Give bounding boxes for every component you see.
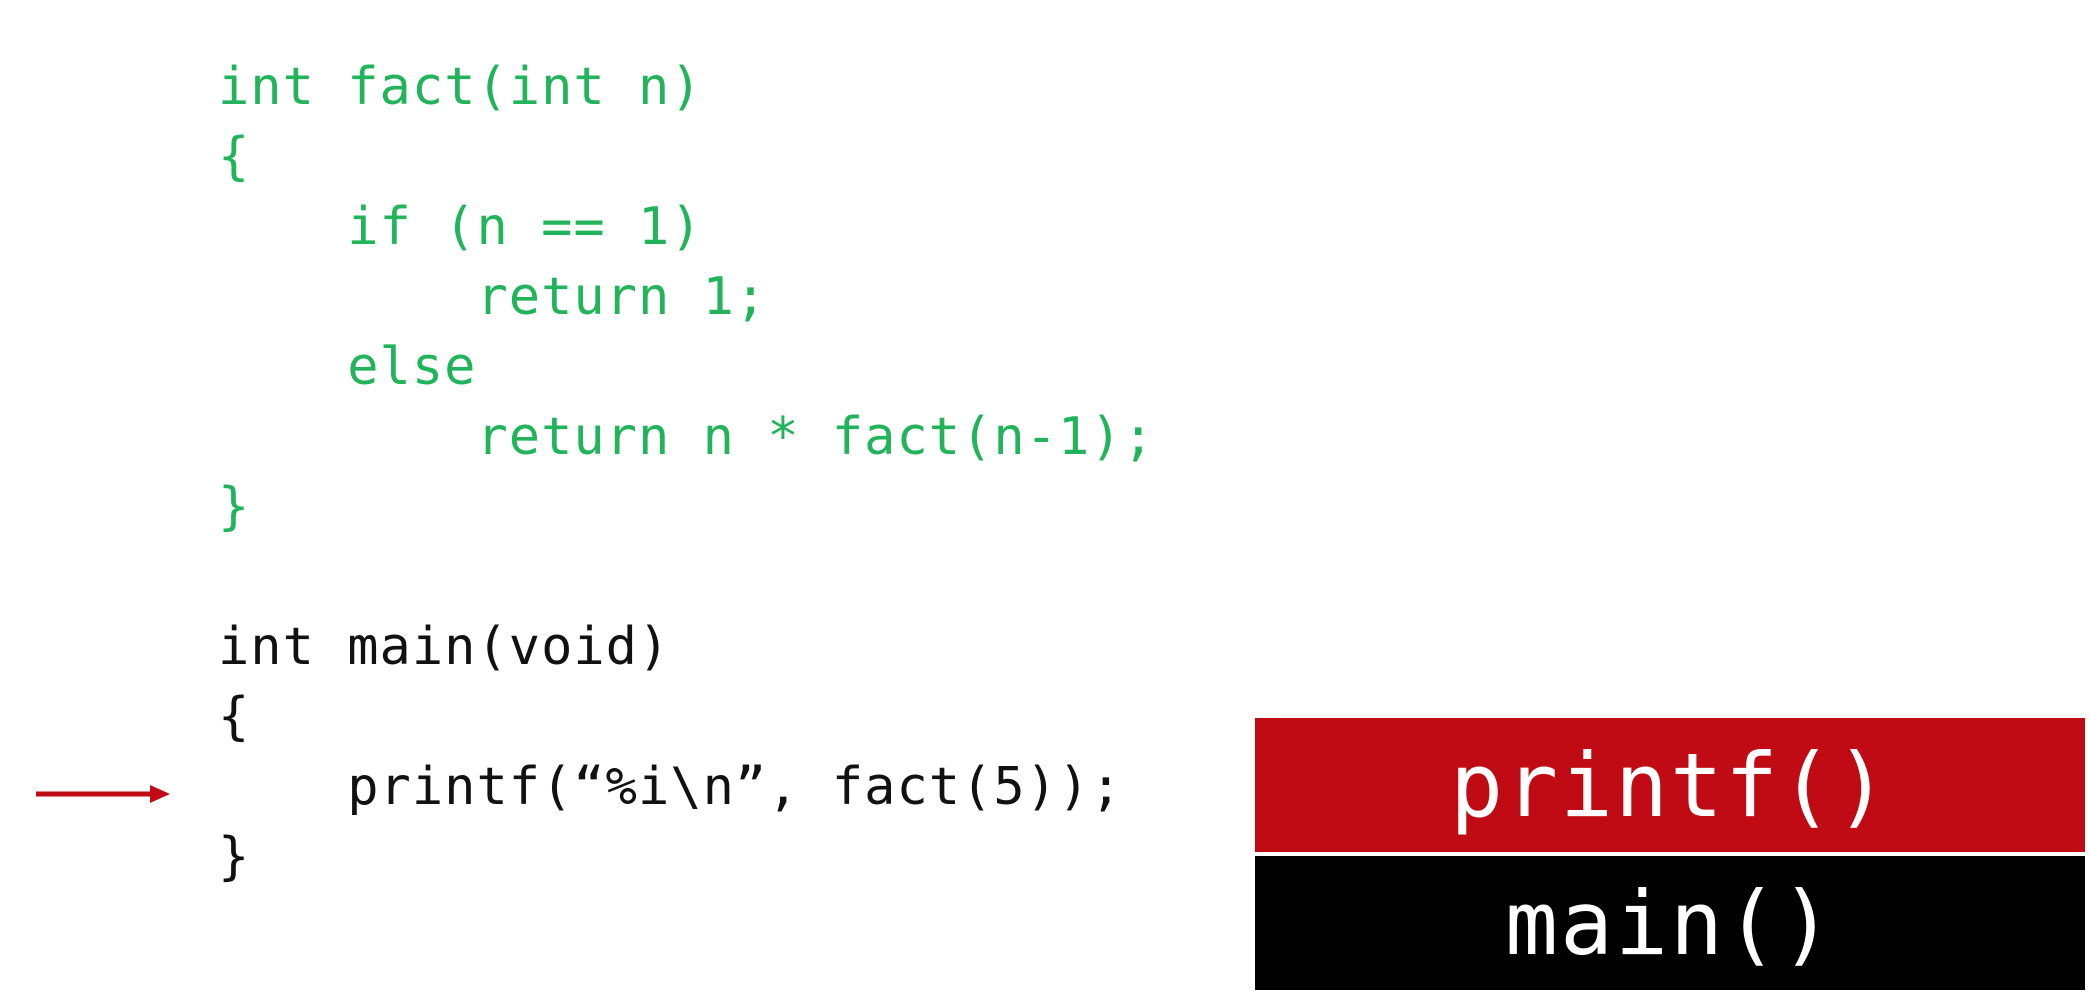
- code-line-return-recursive: return n * fact(n-1);: [218, 407, 1155, 467]
- code-line-return-1: return 1;: [218, 267, 768, 327]
- code-line-fact-signature: int fact(int n): [218, 57, 703, 117]
- arrow-head: [150, 785, 170, 803]
- stack-frame-printf: printf(): [1255, 718, 2085, 852]
- code-line-main-signature: int main(void): [218, 617, 671, 677]
- right-arrow-icon: [36, 785, 170, 803]
- code-line-main-close-brace: }: [218, 827, 251, 887]
- code-line-else: else: [218, 337, 477, 397]
- stack-frame-main: main(): [1255, 856, 2085, 990]
- code-line-printf-call: printf(“%i\n”, fact(5));: [218, 757, 1123, 817]
- code-line-fact-close-brace: }: [218, 477, 251, 537]
- code-listing: int fact(int n) { if (n == 1) return 1; …: [218, 52, 1155, 892]
- code-line-main-open-brace: {: [218, 687, 251, 747]
- code-line-if: if (n == 1): [218, 197, 703, 257]
- code-line-fact-open-brace: {: [218, 127, 251, 187]
